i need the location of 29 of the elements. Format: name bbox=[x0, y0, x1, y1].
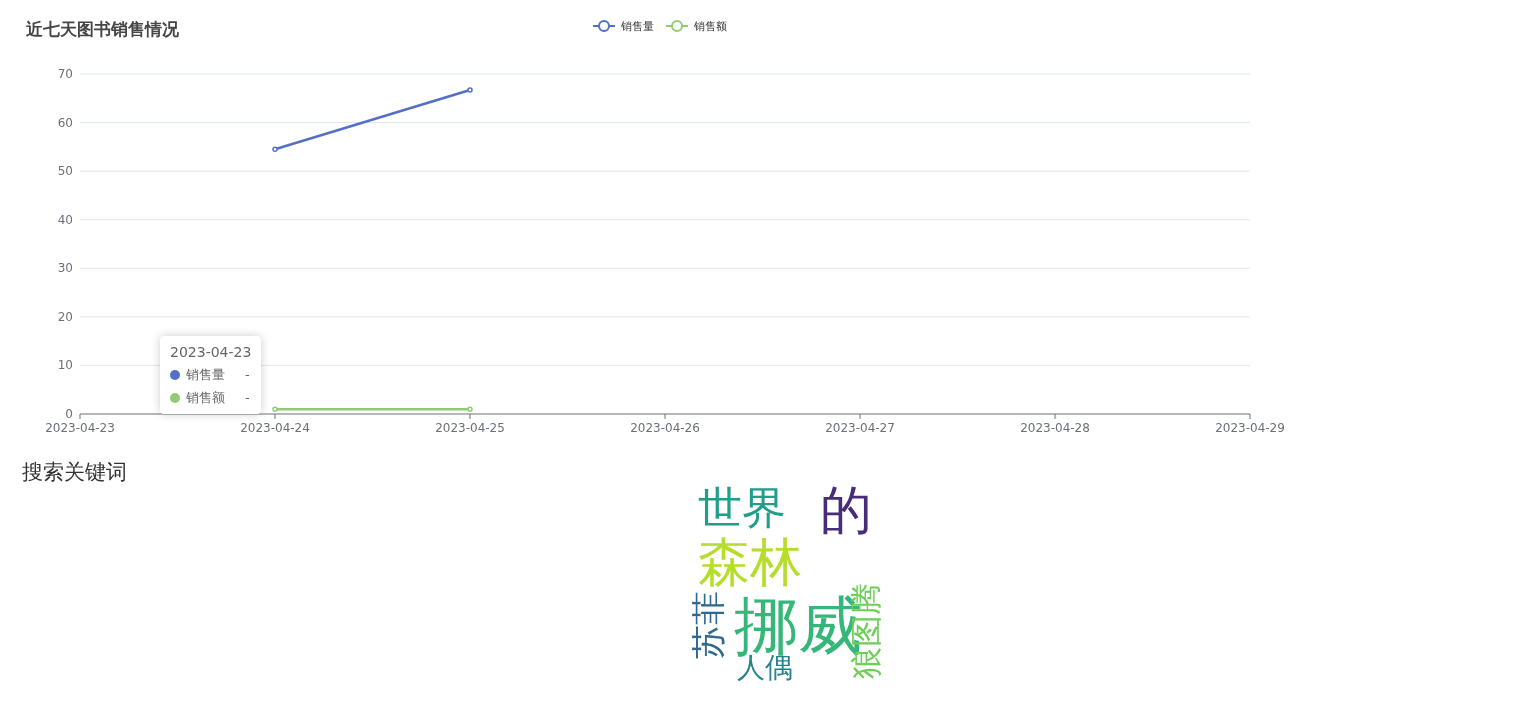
series-value: - bbox=[245, 389, 250, 407]
y-tick-label: 30 bbox=[57, 261, 73, 276]
y-tick-label: 70 bbox=[57, 67, 73, 81]
x-tick-label: 2023-04-23 bbox=[45, 421, 115, 435]
keyword: 人偶 bbox=[737, 654, 793, 682]
y-tick-label: 40 bbox=[57, 212, 73, 227]
chart-title: 近七天图书销售情况 bbox=[26, 19, 179, 39]
y-tick-label: 50 bbox=[57, 164, 73, 179]
keyword: 苏菲 bbox=[691, 591, 725, 659]
x-tick-label: 2023-04-25 bbox=[435, 421, 505, 435]
x-tick-label: 2023-04-29 bbox=[1215, 421, 1285, 435]
y-tick-label: 20 bbox=[57, 309, 73, 324]
series-name: 销售额 bbox=[186, 389, 225, 407]
y-tick-label: 10 bbox=[57, 358, 73, 373]
keyword: 的 bbox=[820, 484, 872, 536]
x-tick-label: 2023-04-28 bbox=[1020, 421, 1090, 435]
series-value: - bbox=[245, 366, 250, 384]
legend-label: 销售额 bbox=[693, 20, 727, 33]
x-tick-label: 2023-04-27 bbox=[825, 421, 895, 435]
series-name: 销售量 bbox=[186, 366, 225, 384]
x-tick-label: 2023-04-24 bbox=[240, 421, 310, 435]
x-tick-label: 2023-04-26 bbox=[630, 421, 700, 435]
tooltip-title: 2023-04-23 bbox=[170, 343, 252, 362]
section-title: 搜索关键词 bbox=[22, 459, 127, 486]
y-tick-label: 0 bbox=[65, 407, 73, 421]
keyword: 森林 bbox=[698, 536, 802, 588]
legend-label: 销售量 bbox=[620, 20, 654, 33]
y-tick-label: 60 bbox=[57, 115, 73, 130]
keyword: 世界 bbox=[698, 486, 786, 530]
